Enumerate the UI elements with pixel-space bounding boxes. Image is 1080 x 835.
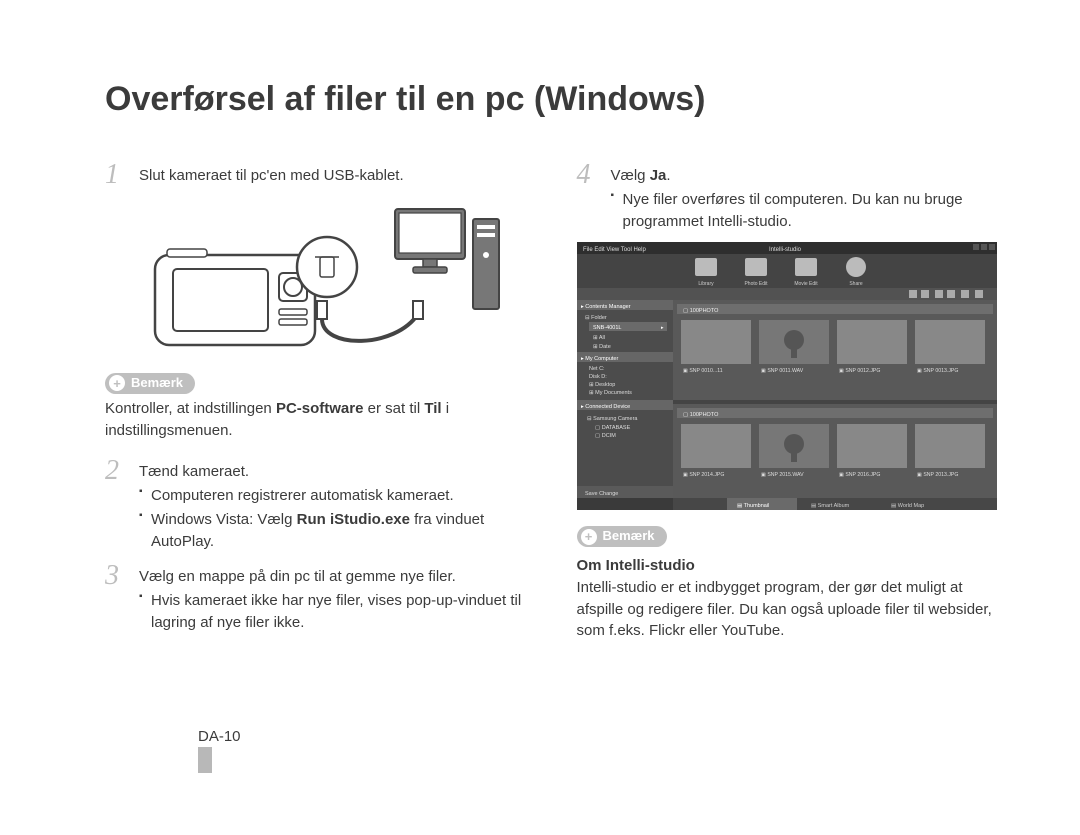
step-text: Tænd kameraet. [139, 463, 249, 480]
svg-text:Intelli-studio: Intelli-studio [768, 247, 801, 253]
svg-text:File Edit View Tool Help: File Edit View Tool Help [583, 247, 646, 253]
note-label: Bemærk [131, 374, 183, 393]
camera-to-pc-illustration [145, 199, 505, 357]
svg-text:Photo Edit: Photo Edit [744, 281, 768, 287]
columns: 1 Slut kameraet til pc'en med USB-kablet… [105, 153, 1010, 642]
step-number: 3 [105, 562, 129, 590]
svg-text:⊞ All: ⊞ All [593, 335, 605, 341]
svg-text:⊞ My Documents: ⊞ My Documents [589, 390, 632, 396]
svg-text:Net C:: Net C: [589, 366, 605, 372]
svg-text:SNB-4001L: SNB-4001L [593, 325, 621, 331]
svg-text:▣ SNP 0013.JPG: ▣ SNP 0013.JPG [917, 368, 958, 374]
svg-text:▢ 100PHOTO: ▢ 100PHOTO [683, 412, 719, 418]
step-3: 3 Vælg en mappe på din pc til at gemme n… [105, 562, 539, 633]
svg-text:▸ Contents Manager: ▸ Contents Manager [581, 304, 631, 310]
svg-text:▣ SNP 0010...11: ▣ SNP 0010...11 [683, 368, 723, 374]
svg-text:▣ SNP 2016.JPG: ▣ SNP 2016.JPG [839, 472, 880, 478]
svg-text:▸ My Computer: ▸ My Computer [581, 356, 618, 362]
right-column: 4 Vælg Ja. Nye filer overføres til compu… [577, 153, 1011, 642]
note-badge: + Bemærk [105, 373, 195, 394]
about-title: Om Intelli-studio [577, 555, 1011, 577]
step-bullet: Hvis kameraet ikke har nye filer, vises … [139, 590, 539, 634]
step-1: 1 Slut kameraet til pc'en med USB-kablet… [105, 161, 539, 189]
manual-page: Overførsel af filer til en pc (Windows) … [0, 0, 1080, 835]
svg-text:▢ DATABASE: ▢ DATABASE [595, 425, 631, 431]
step-bullet: Windows Vista: Vælg Run iStudio.exe fra … [139, 509, 539, 553]
svg-text:▢ 100PHOTO: ▢ 100PHOTO [683, 308, 719, 314]
svg-text:⊟ Folder: ⊟ Folder [585, 315, 607, 321]
page-title: Overførsel af filer til en pc (Windows) [105, 80, 1010, 119]
svg-text:▣ SNP 0012.JPG: ▣ SNP 0012.JPG [839, 368, 880, 374]
plus-icon: + [581, 529, 597, 545]
page-number: DA-10 [198, 728, 241, 745]
step-text: Vælg Ja. [611, 167, 671, 184]
svg-text:Disk D:: Disk D: [589, 374, 607, 380]
svg-text:▢ DCIM: ▢ DCIM [595, 433, 616, 439]
step-number: 4 [577, 161, 601, 189]
footer-bar [198, 747, 212, 773]
svg-text:▤ Thumbnail: ▤ Thumbnail [737, 503, 769, 509]
step-text: Vælg en mappe på din pc til at gemme nye… [139, 566, 539, 588]
step-number: 2 [105, 457, 129, 485]
svg-text:Library: Library [698, 281, 714, 287]
plus-icon: + [109, 375, 125, 391]
step-bullet: Computeren registrerer automatisk kamera… [139, 485, 539, 507]
svg-text:Movie Edit: Movie Edit [794, 281, 818, 287]
left-column: 1 Slut kameraet til pc'en med USB-kablet… [105, 153, 539, 642]
step-bullet: Nye filer overføres til computeren. Du k… [611, 189, 1011, 233]
step-2: 2 Tænd kameraet. Computeren registrerer … [105, 457, 539, 552]
svg-text:Share: Share [849, 281, 863, 287]
svg-text:▣ SNP 2013.JPG: ▣ SNP 2013.JPG [917, 472, 958, 478]
svg-text:▤ World Map: ▤ World Map [891, 503, 924, 509]
svg-text:Save Change: Save Change [585, 491, 618, 497]
about-text: Intelli-studio er et indbygget program, … [577, 577, 1011, 642]
svg-text:▣ SNP 2015.WAV: ▣ SNP 2015.WAV [761, 472, 804, 478]
intelli-studio-screenshot: File Edit View Tool Help Intelli-studio … [577, 242, 997, 510]
step-number: 1 [105, 161, 129, 189]
svg-text:▸ Connected Device: ▸ Connected Device [581, 404, 630, 410]
page-footer: DA-10 [198, 728, 241, 773]
svg-text:⊞ Desktop: ⊞ Desktop [589, 382, 615, 388]
svg-text:▣ SNP 0011.WAV: ▣ SNP 0011.WAV [761, 368, 804, 374]
note-badge: + Bemærk [577, 526, 667, 547]
note-text: Kontroller, at indstillingen PC-software… [105, 398, 539, 442]
svg-text:▤ Smart Album: ▤ Smart Album [811, 503, 850, 509]
step-4: 4 Vælg Ja. Nye filer overføres til compu… [577, 161, 1011, 232]
svg-text:▣ SNP 2014.JPG: ▣ SNP 2014.JPG [683, 472, 724, 478]
step-text: Slut kameraet til pc'en med USB-kablet. [139, 167, 404, 184]
svg-text:⊞ Date: ⊞ Date [593, 344, 611, 350]
note-label: Bemærk [603, 527, 655, 546]
svg-text:⊟ Samsung Camera: ⊟ Samsung Camera [587, 416, 638, 422]
